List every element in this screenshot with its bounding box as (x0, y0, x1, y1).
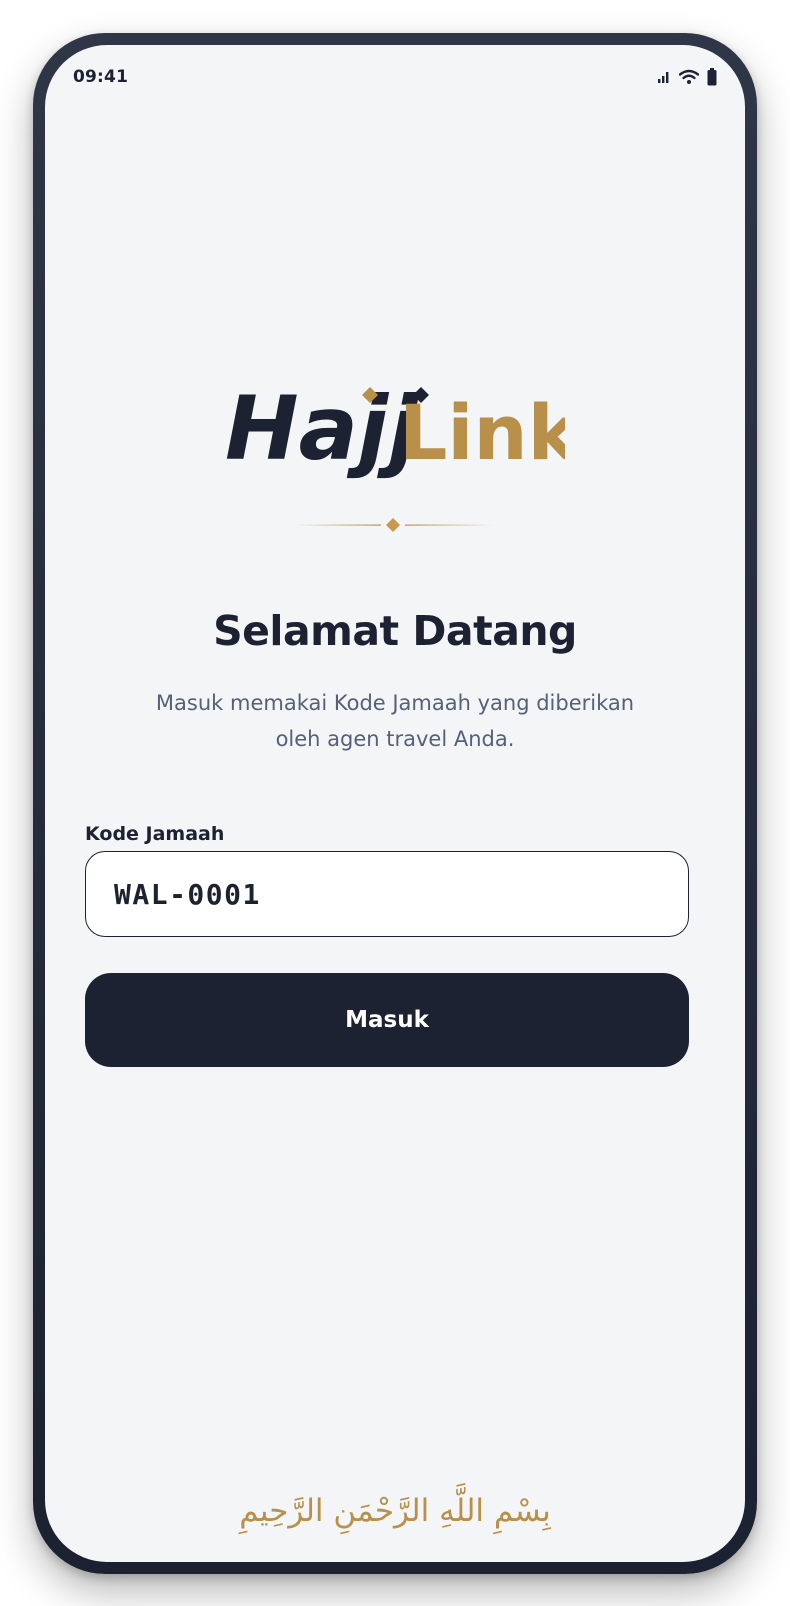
basmala-text: بِسْمِ اللَّهِ الرَّحْمَنِ الرَّحِيمِ (239, 1493, 551, 1529)
app-screen: 09:41 Hajj Link Selamat Datang Masuk mem… (45, 45, 745, 1562)
welcome-subtitle: Masuk memakai Kode Jamaah yang diberikan… (155, 691, 635, 751)
logo-link-text: Link (399, 388, 565, 477)
battery-icon (707, 68, 717, 86)
ornament-divider (293, 518, 493, 532)
pilgrim-code-input[interactable] (85, 851, 689, 937)
status-icons (657, 67, 717, 87)
welcome-title: Selamat Datang (213, 607, 577, 655)
wifi-icon (679, 69, 699, 84)
logo-hajj-text: Hajj (225, 377, 420, 480)
cellular-signal-icon (658, 72, 669, 83)
status-bar: 09:41 (45, 45, 745, 93)
divider-diamond-icon (386, 518, 400, 532)
hajjlink-logo: Hajj Link (225, 377, 565, 480)
code-field-label: Kode Jamaah (85, 823, 225, 845)
status-time: 09:41 (73, 67, 129, 87)
login-button[interactable]: Masuk (85, 973, 689, 1067)
phone-frame: 09:41 Hajj Link Selamat Datang Masuk mem… (33, 33, 757, 1574)
